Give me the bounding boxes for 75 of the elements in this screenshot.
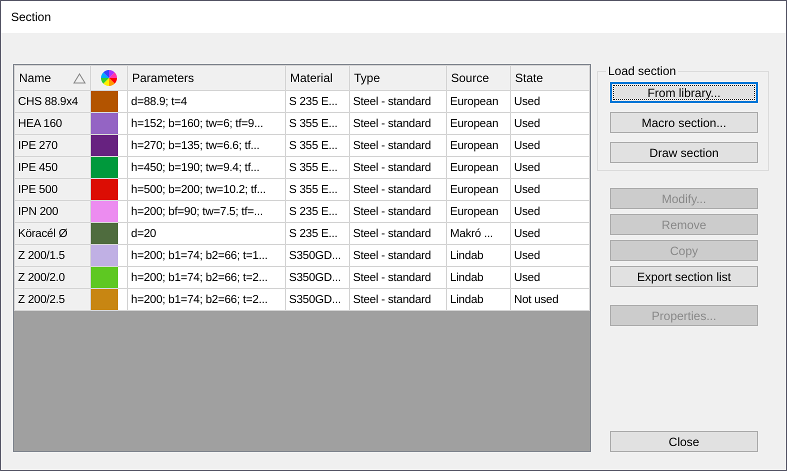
table-cell: Z 200/2.0 xyxy=(14,266,90,288)
column-header[interactable] xyxy=(90,66,128,90)
table-cell: S350GD... xyxy=(286,266,350,288)
table-cell: h=500; b=200; tw=10.2; tf... xyxy=(128,178,286,200)
table-cell: Makró ... xyxy=(446,222,510,244)
table-cell: S350GD... xyxy=(286,288,350,310)
table-cell: Steel - standard xyxy=(350,266,446,288)
table-cell: S 355 E... xyxy=(286,156,350,178)
table-cell: Köracél Ø xyxy=(14,222,90,244)
table-cell: S 355 E... xyxy=(286,112,350,134)
table-cell: h=152; b=160; tw=6; tf=9... xyxy=(128,112,286,134)
table-cell: IPN 200 xyxy=(14,200,90,222)
table-cell: S 355 E... xyxy=(286,178,350,200)
table-cell: Used xyxy=(510,222,590,244)
table-cell: Steel - standard xyxy=(350,288,446,310)
table-cell: European xyxy=(446,200,510,222)
table-cell: European xyxy=(446,112,510,134)
load-button[interactable]: Macro section... xyxy=(610,112,758,133)
table-cell: Used xyxy=(510,134,590,156)
column-header[interactable]: Parameters xyxy=(128,66,286,90)
group-title: Load section xyxy=(607,64,678,78)
table-cell: IPE 450 xyxy=(14,156,90,178)
table-cell: Steel - standard xyxy=(350,156,446,178)
table-cell: Used xyxy=(510,266,590,288)
column-header[interactable]: Material xyxy=(286,66,350,90)
table-cell: European xyxy=(446,178,510,200)
color-wheel-icon xyxy=(101,70,117,86)
table-cell: CHS 88.9x4 xyxy=(14,90,90,112)
table-cell: d=20 xyxy=(128,222,286,244)
table-cell: Lindab xyxy=(446,266,510,288)
table-cell: h=200; b1=74; b2=66; t=2... xyxy=(128,266,286,288)
table-cell: Used xyxy=(510,156,590,178)
table-cell: European xyxy=(446,90,510,112)
table-cell: Steel - standard xyxy=(350,222,446,244)
table-cell: Not used xyxy=(510,288,590,310)
table-cell: S 235 E... xyxy=(286,222,350,244)
column-header[interactable]: Name xyxy=(14,66,90,90)
table-cell: h=200; bf=90; tw=7.5; tf=... xyxy=(128,200,286,222)
table-cell: Z 200/1.5 xyxy=(14,244,90,266)
table-cell: h=270; b=135; tw=6.6; tf... xyxy=(128,134,286,156)
table-cell: h=450; b=190; tw=9.4; tf... xyxy=(128,156,286,178)
table-cell: Z 200/2.5 xyxy=(14,288,90,310)
table-cell: S350GD... xyxy=(286,244,350,266)
table-cell: Lindab xyxy=(446,244,510,266)
table-cell: HEA 160 xyxy=(14,112,90,134)
column-header[interactable]: Source xyxy=(446,66,510,90)
load-button[interactable]: Draw section xyxy=(610,142,758,163)
table-cell: Steel - standard xyxy=(350,178,446,200)
column-header[interactable]: Type xyxy=(350,66,446,90)
table-cell: h=200; b1=74; b2=66; t=2... xyxy=(128,288,286,310)
table-cell: Used xyxy=(510,178,590,200)
table-cell: Lindab xyxy=(446,288,510,310)
table-cell: h=200; b1=74; b2=66; t=1... xyxy=(128,244,286,266)
table-cell: S 355 E... xyxy=(286,134,350,156)
close-button[interactable]: Close xyxy=(610,431,758,452)
action-button[interactable]: Export section list xyxy=(610,266,758,287)
table-cell: S 235 E... xyxy=(286,200,350,222)
table-cell: Steel - standard xyxy=(350,244,446,266)
table-cell: Steel - standard xyxy=(350,90,446,112)
table-cell: IPE 500 xyxy=(14,178,90,200)
table-cell: d=88.9; t=4 xyxy=(128,90,286,112)
table-cell: Used xyxy=(510,200,590,222)
table-cell: Steel - standard xyxy=(350,134,446,156)
table-cell: Used xyxy=(510,244,590,266)
table-cell: European xyxy=(446,134,510,156)
table-cell: Steel - standard xyxy=(350,112,446,134)
load-button[interactable]: From library... xyxy=(610,82,758,103)
table-cell: IPE 270 xyxy=(14,134,90,156)
table-cell: S 235 E... xyxy=(286,90,350,112)
table-cell: Used xyxy=(510,90,590,112)
table-cell: Used xyxy=(510,112,590,134)
table-cell: European xyxy=(446,156,510,178)
window-title: Section xyxy=(11,10,52,24)
table-cell: Steel - standard xyxy=(350,200,446,222)
column-header[interactable]: State xyxy=(510,66,590,90)
